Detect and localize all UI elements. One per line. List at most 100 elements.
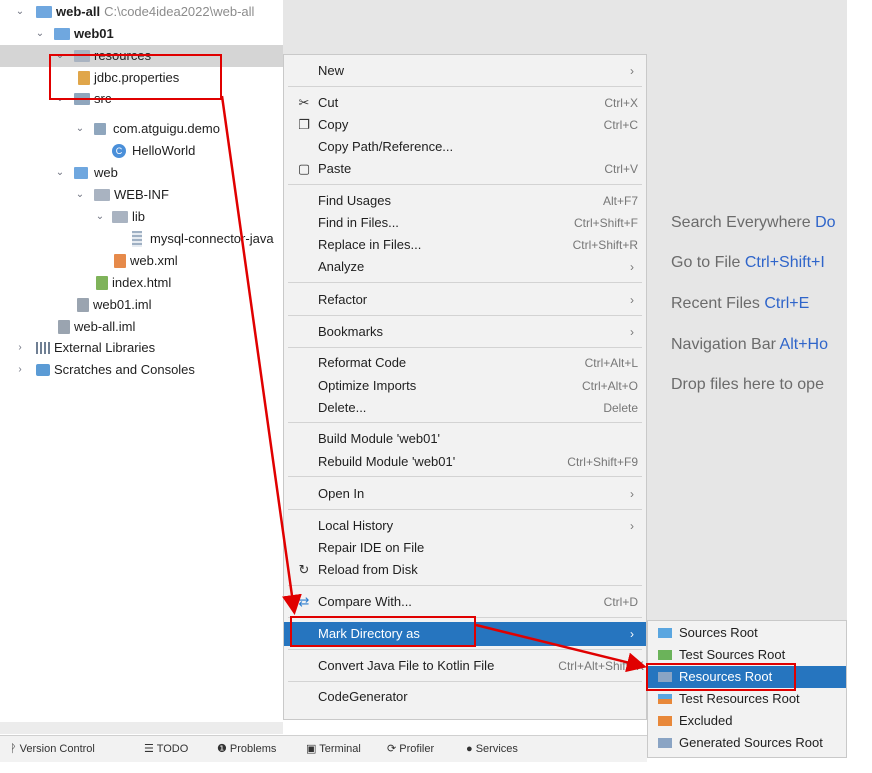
menu-paste[interactable]: ▢ Paste Ctrl+V xyxy=(284,158,646,180)
web-all-iml-label: web-all.iml xyxy=(74,319,136,334)
excluded-icon xyxy=(658,716,672,726)
menu-copy-path[interactable]: Copy Path/Reference... xyxy=(284,136,646,158)
submenu-sources-root[interactable]: Sources Root xyxy=(648,622,846,644)
vcs-icon: ᚹ xyxy=(10,743,20,755)
webinf-label: WEB-INF xyxy=(114,187,169,202)
problems-icon: ❶ xyxy=(217,743,230,755)
submenu-test-resources-root[interactable]: Test Resources Root xyxy=(648,688,846,710)
tree-node-scratches[interactable]: › Scratches and Consoles xyxy=(0,360,283,380)
tree-node-mysql-jar[interactable]: mysql-connector-java xyxy=(0,228,283,250)
tree-node-web[interactable]: ⌄ web xyxy=(0,162,283,184)
webxml-label: web.xml xyxy=(130,253,178,268)
menu-rebuild-module[interactable]: Rebuild Module 'web01' Ctrl+Shift+F9 xyxy=(284,451,646,473)
libraries-icon xyxy=(36,342,50,354)
test-resources-root-icon xyxy=(658,694,672,704)
submenu-excluded[interactable]: Excluded xyxy=(648,710,846,732)
web-folder-icon xyxy=(74,167,88,179)
menu-find-in-files[interactable]: Find in Files... Ctrl+Shift+F xyxy=(284,212,646,234)
menu-reformat-code[interactable]: Reformat Code Ctrl+Alt+L xyxy=(284,352,646,374)
external-libraries-label: External Libraries xyxy=(54,340,156,355)
menu-repair-ide[interactable]: Repair IDE on File xyxy=(284,537,646,559)
chevron-down-icon[interactable]: ⌄ xyxy=(34,23,46,45)
test-sources-root-icon xyxy=(658,650,672,660)
menu-copy[interactable]: ❐ Copy Ctrl+C xyxy=(284,114,646,136)
iml-file-icon xyxy=(58,320,70,334)
separator xyxy=(288,347,642,348)
tab-version-control[interactable]: ᚹ Version Control xyxy=(10,736,95,762)
menu-local-history[interactable]: Local History › xyxy=(284,515,646,537)
chevron-right-icon: › xyxy=(630,627,634,641)
separator xyxy=(288,509,642,510)
menu-convert-to-kotlin[interactable]: Convert Java File to Kotlin File Ctrl+Alt… xyxy=(284,655,646,677)
chevron-right-icon[interactable]: › xyxy=(14,360,26,380)
separator xyxy=(288,184,642,185)
tab-profiler[interactable]: ⟳ Profiler xyxy=(387,736,434,762)
hint-recent-files: Recent Files Ctrl+E xyxy=(671,295,810,312)
tree-node-module[interactable]: ⌄ web01 xyxy=(0,23,283,45)
tree-node-lib[interactable]: ⌄ lib xyxy=(0,206,283,228)
jar-icon xyxy=(132,231,142,247)
chevron-right-icon: › xyxy=(630,519,634,533)
menu-delete[interactable]: Delete... Delete xyxy=(284,397,646,419)
hint-drop-files: Drop files here to ope xyxy=(671,376,824,393)
tree-node-package[interactable]: ⌄ com.atguigu.demo xyxy=(0,118,283,140)
iml-file-icon xyxy=(77,298,89,312)
tab-services[interactable]: ● Services xyxy=(466,736,518,762)
menu-bookmarks[interactable]: Bookmarks › xyxy=(284,321,646,343)
menu-refactor[interactable]: Refactor › xyxy=(284,289,646,311)
menu-replace-in-files[interactable]: Replace in Files... Ctrl+Shift+R xyxy=(284,234,646,256)
annotation-box-resources xyxy=(49,54,222,100)
horizontal-scrollbar[interactable] xyxy=(0,722,283,734)
list-icon: ☰ xyxy=(144,743,157,755)
chevron-down-icon[interactable]: ⌄ xyxy=(74,184,86,206)
chevron-down-icon[interactable]: ⌄ xyxy=(74,118,86,140)
menu-cut[interactable]: ✂ Cut Ctrl+X xyxy=(284,92,646,114)
menu-analyze[interactable]: Analyze › xyxy=(284,256,646,278)
chevron-right-icon[interactable]: › xyxy=(14,338,26,358)
submenu-generated-sources-root[interactable]: Generated Sources Root xyxy=(648,732,846,754)
tree-node-external-libraries[interactable]: › External Libraries xyxy=(0,338,283,358)
menu-build-module[interactable]: Build Module 'web01' xyxy=(284,428,646,450)
tab-terminal[interactable]: ▣ Terminal xyxy=(306,736,361,762)
menu-open-in[interactable]: Open In › xyxy=(284,483,646,505)
chevron-right-icon: › xyxy=(630,293,634,307)
helloworld-label: HelloWorld xyxy=(132,143,196,158)
menu-new[interactable]: New › xyxy=(284,60,646,82)
package-label: com.atguigu.demo xyxy=(113,121,220,136)
tool-window-bar: ᚹ Version Control ☰ TODO ❶ Problems ▣ Te… xyxy=(0,735,647,762)
tree-node-helloworld[interactable]: C HelloWorld xyxy=(0,140,283,162)
tree-node-webxml[interactable]: web.xml xyxy=(0,250,283,272)
scratches-icon xyxy=(36,364,50,376)
menu-reload-from-disk[interactable]: ↻ Reload from Disk xyxy=(284,559,646,581)
project-path: C:\code4idea2022\web-all xyxy=(104,4,255,19)
separator xyxy=(288,315,642,316)
chevron-right-icon: › xyxy=(630,325,634,339)
xml-file-icon xyxy=(114,254,126,268)
menu-optimize-imports[interactable]: Optimize Imports Ctrl+Alt+O xyxy=(284,375,646,397)
tree-node-web-all-iml[interactable]: web-all.iml xyxy=(0,316,283,338)
chevron-right-icon: › xyxy=(630,260,634,274)
separator xyxy=(288,681,642,682)
chevron-down-icon[interactable]: ⌄ xyxy=(94,206,106,228)
menu-find-usages[interactable]: Find Usages Alt+F7 xyxy=(284,190,646,212)
tree-node-index-html[interactable]: index.html xyxy=(0,272,283,294)
class-icon: C xyxy=(112,144,126,158)
tab-problems[interactable]: ❶ Problems xyxy=(217,736,276,762)
chevron-down-icon[interactable]: ⌄ xyxy=(14,1,26,23)
menu-compare-with[interactable]: ⇄ Compare With... Ctrl+D xyxy=(284,591,646,613)
terminal-icon: ▣ xyxy=(306,743,320,755)
sources-root-icon xyxy=(658,628,672,638)
tree-node-web01-iml[interactable]: web01.iml xyxy=(0,294,283,316)
tree-node-project[interactable]: ⌄ web-all C:\code4idea2022\web-all xyxy=(0,1,283,23)
project-tree: ⌄ web-all C:\code4idea2022\web-all ⌄ web0… xyxy=(0,0,283,735)
mysql-jar-label: mysql-connector-java xyxy=(150,231,274,246)
menu-code-generator[interactable]: CodeGenerator xyxy=(284,686,646,708)
tab-todo[interactable]: ☰ TODO xyxy=(144,736,188,762)
lib-label: lib xyxy=(132,209,146,224)
chevron-down-icon[interactable]: ⌄ xyxy=(54,162,66,184)
module-name: web01 xyxy=(74,26,114,41)
project-name: web-all xyxy=(56,4,101,19)
reload-icon: ↻ xyxy=(298,562,310,577)
package-icon xyxy=(94,123,106,135)
tree-node-webinf[interactable]: ⌄ WEB-INF xyxy=(0,184,283,206)
